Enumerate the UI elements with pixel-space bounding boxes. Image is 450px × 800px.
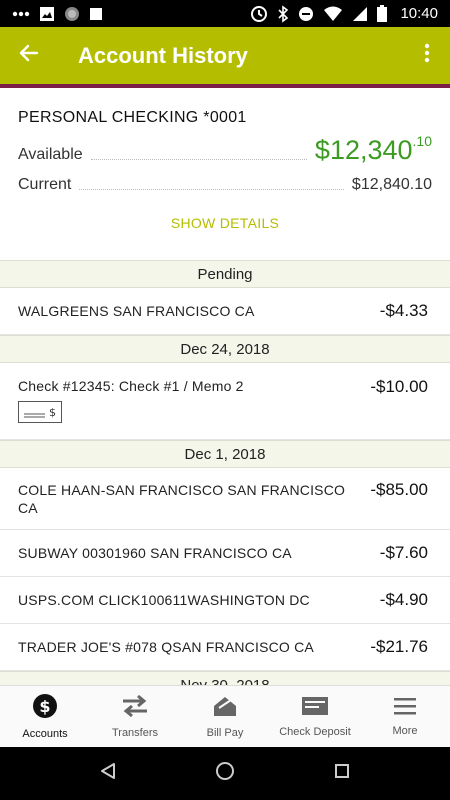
notification-square-icon (89, 7, 103, 21)
bluetooth-icon (277, 4, 289, 23)
transaction-amount: -$7.60 (379, 543, 428, 562)
vertical-dots-icon (424, 43, 430, 68)
transaction-description: USPS.COM CLICK100611WASHINGTON DC (18, 592, 310, 608)
transaction-amount: -$4.90 (379, 590, 428, 609)
current-balance: $12,840.10 (351, 176, 432, 193)
system-recents-button[interactable] (322, 754, 362, 794)
system-navigation-bar (0, 747, 450, 800)
transfer-arrows-icon (121, 694, 149, 723)
bill-pay-icon (211, 694, 239, 723)
current-row: Current $12,840.10 (18, 168, 432, 194)
circle-home-icon (215, 761, 235, 786)
check-deposit-icon (301, 695, 329, 722)
current-label: Current (18, 176, 72, 193)
transaction-description: SUBWAY 00301960 SAN FRANCISCO CA (18, 545, 292, 561)
transaction-amount: -$21.76 (370, 637, 428, 656)
page-title: Account History (78, 42, 248, 68)
nav-check-deposit[interactable]: Check Deposit (270, 686, 360, 747)
show-details-button[interactable]: SHOW DETAILS (0, 215, 450, 231)
transaction-amount: -$4.33 (379, 301, 428, 320)
transaction-row[interactable]: COLE HAAN-SAN FRANCISCO SAN FRANCISCO CA… (0, 468, 450, 530)
square-recents-icon (334, 763, 350, 784)
available-row: Available $12,340.10 (18, 133, 432, 165)
transaction-description: COLE HAAN-SAN FRANCISCO SAN FRANCISCO CA (18, 481, 346, 516)
section-header-pending: Pending (0, 260, 450, 288)
nav-transfers[interactable]: Transfers (90, 686, 180, 747)
bottom-navigation: $ Accounts Transfers Bill Pay Check Depo… (0, 685, 450, 747)
battery-icon (377, 5, 388, 22)
transaction-row[interactable]: USPS.COM CLICK100611WASHINGTON DC -$4.90 (0, 577, 450, 624)
system-back-button[interactable] (88, 754, 128, 794)
transaction-row[interactable]: Check #12345: Check #1 / Memo 2 $ -$10.0… (0, 363, 450, 440)
do-not-disturb-icon (298, 6, 314, 22)
back-button[interactable] (0, 27, 58, 84)
arrow-left-icon (19, 43, 39, 68)
section-header-date: Nov 30, 2018 (0, 671, 450, 685)
status-time: 10:40 (400, 5, 438, 22)
transaction-description: WALGREENS SAN FRANCISCO CA (18, 303, 255, 319)
transaction-row[interactable]: TRADER JOE'S #078 QSAN FRANCISCO CA -$21… (0, 624, 450, 671)
transaction-list[interactable]: Pending WALGREENS SAN FRANCISCO CA -$4.3… (0, 260, 450, 685)
check-image-icon[interactable]: $ (18, 401, 62, 423)
account-name: PERSONAL CHECKING *0001 (18, 109, 247, 126)
section-header-date: Dec 24, 2018 (0, 335, 450, 363)
account-summary: PERSONAL CHECKING *0001 Available $12,34… (0, 88, 450, 260)
system-home-button[interactable] (205, 754, 245, 794)
image-icon (39, 6, 55, 22)
section-header-date: Dec 1, 2018 (0, 440, 450, 468)
overflow-menu-button[interactable] (404, 27, 450, 84)
available-balance: $12,340.10 (314, 133, 432, 165)
more-dots-icon (12, 11, 30, 17)
sync-icon (250, 5, 268, 23)
nav-accounts[interactable]: $ Accounts (0, 686, 90, 747)
globe-icon (64, 6, 80, 22)
triangle-back-icon (99, 762, 117, 785)
nav-bill-pay[interactable]: Bill Pay (180, 686, 270, 747)
status-bar: 10:40 (0, 0, 450, 27)
hamburger-icon (393, 696, 417, 721)
transaction-description: Check #12345: Check #1 / Memo 2 (18, 378, 244, 394)
svg-text:$: $ (39, 697, 50, 716)
transaction-row[interactable]: SUBWAY 00301960 SAN FRANCISCO CA -$7.60 (0, 530, 450, 577)
nav-more[interactable]: More (360, 686, 450, 747)
available-label: Available (18, 146, 83, 163)
signal-icon (352, 6, 368, 22)
svg-text:$: $ (49, 406, 56, 419)
wifi-icon (323, 6, 343, 22)
dollar-circle-icon: $ (32, 693, 58, 724)
transaction-row[interactable]: WALGREENS SAN FRANCISCO CA -$4.33 (0, 288, 450, 335)
transaction-description: TRADER JOE'S #078 QSAN FRANCISCO CA (18, 639, 314, 655)
transaction-amount: -$85.00 (370, 480, 428, 499)
transaction-amount: -$10.00 (370, 377, 428, 396)
app-bar: Account History (0, 27, 450, 84)
